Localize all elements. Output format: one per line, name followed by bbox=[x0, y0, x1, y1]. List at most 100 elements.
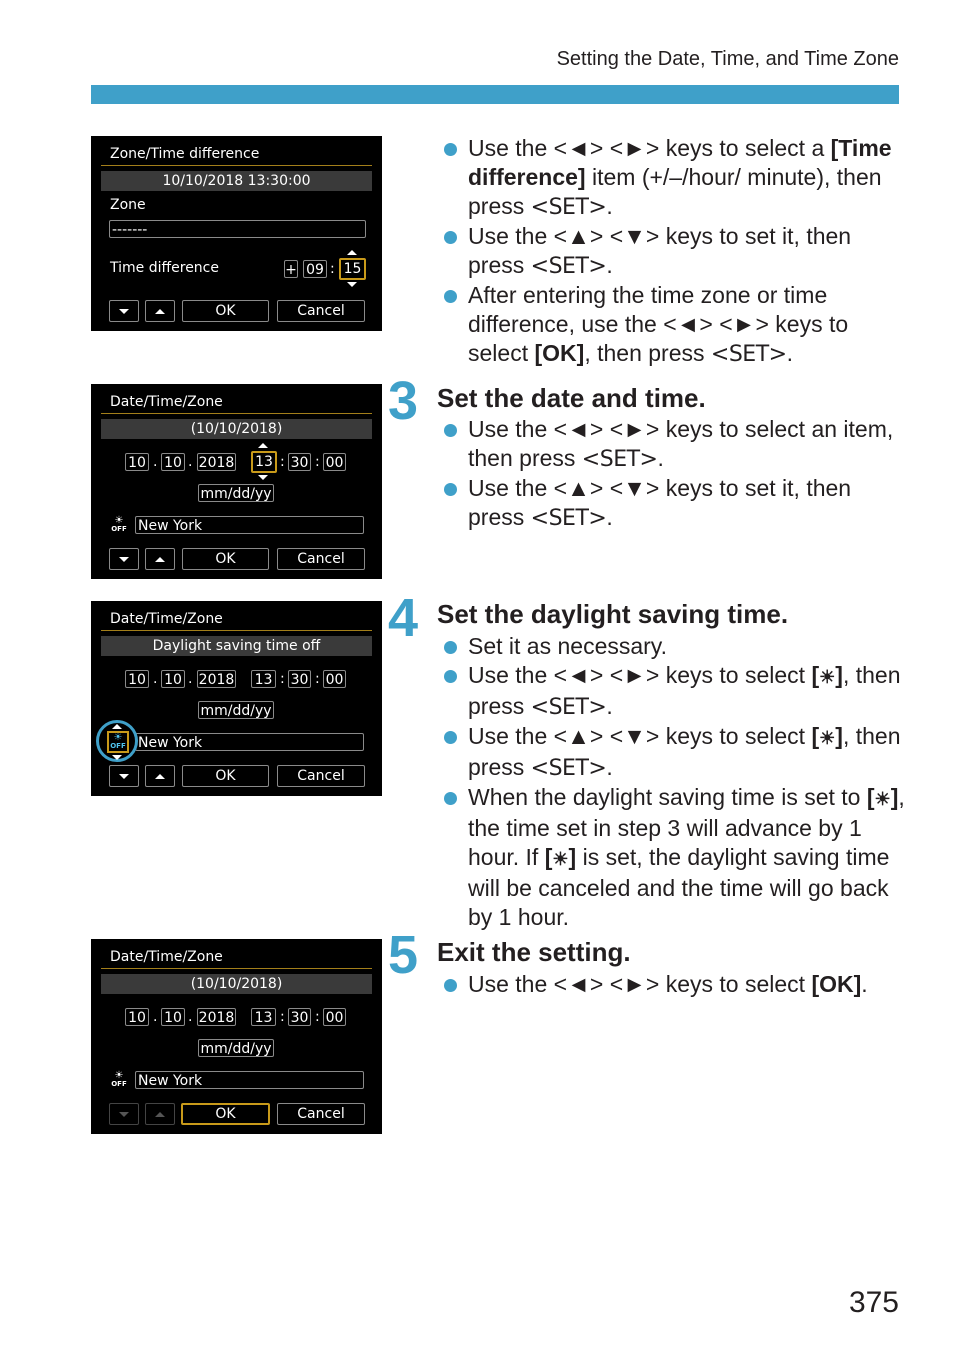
dst-off-icon[interactable]: ☀ OFF bbox=[107, 731, 129, 753]
hour-field[interactable]: 13 bbox=[251, 1008, 276, 1026]
screen-date-time-zone-dst: Date/Time/Zone Daylight saving time off … bbox=[91, 601, 382, 796]
hour-field[interactable]: 13 bbox=[251, 670, 276, 688]
screen-title: Date/Time/Zone bbox=[110, 394, 223, 410]
day-field[interactable]: 10 bbox=[161, 1008, 185, 1026]
left-key: <◄> bbox=[553, 135, 604, 161]
date-format-field[interactable]: mm/dd/yy bbox=[198, 701, 274, 719]
set-key: <SET> bbox=[530, 254, 607, 279]
screen-title: Date/Time/Zone bbox=[110, 949, 223, 965]
up-triangle-icon bbox=[155, 308, 165, 314]
right-key: <►> bbox=[609, 971, 660, 997]
scroll-up-button[interactable] bbox=[145, 548, 175, 570]
bullet-item: Use the <◄> <►> keys to select a [Time d… bbox=[441, 134, 911, 222]
date-format-field[interactable]: mm/dd/yy bbox=[198, 484, 274, 502]
zone-label: Zone bbox=[110, 197, 146, 213]
bullet-item: Use the <▲> <▼> keys to select [☀], then… bbox=[441, 722, 911, 783]
set-key: <SET> bbox=[530, 506, 607, 531]
datetime-band: 10/10/2018 13:30:00 bbox=[101, 171, 372, 191]
screen-title: Zone/Time difference bbox=[110, 146, 260, 162]
minute-field[interactable]: 30 bbox=[288, 453, 311, 471]
month-field[interactable]: 10 bbox=[125, 1008, 149, 1026]
second-field[interactable]: 00 bbox=[323, 453, 346, 471]
cancel-button[interactable]: Cancel bbox=[277, 1103, 365, 1125]
dst-off-icon[interactable]: ☀ OFF bbox=[110, 1071, 128, 1089]
step-title: Set the date and time. bbox=[437, 383, 706, 413]
colon: : bbox=[280, 1009, 285, 1025]
minute-field[interactable]: 30 bbox=[288, 1008, 311, 1026]
dst-status-band: Daylight saving time off bbox=[101, 636, 372, 656]
ok-button[interactable]: OK bbox=[181, 1103, 270, 1125]
set-key: <SET> bbox=[530, 695, 607, 720]
year-field[interactable]: 2018 bbox=[197, 453, 236, 471]
down-key: <▼> bbox=[609, 475, 660, 501]
step-number: 3 bbox=[388, 371, 419, 431]
month-field[interactable]: 10 bbox=[125, 670, 149, 688]
month-field[interactable]: 10 bbox=[125, 453, 149, 471]
day-field[interactable]: 10 bbox=[161, 670, 185, 688]
date-format-field[interactable]: mm/dd/yy bbox=[198, 1039, 274, 1057]
down-arrow-icon bbox=[347, 282, 357, 287]
set-key: <SET> bbox=[530, 756, 607, 781]
up-triangle-icon bbox=[155, 556, 165, 562]
set-key: <SET> bbox=[581, 447, 658, 472]
time-zone-field[interactable]: New York bbox=[135, 1071, 364, 1089]
scroll-down-button[interactable] bbox=[109, 1103, 139, 1125]
zone-field[interactable]: ------- bbox=[109, 220, 366, 238]
colon: : bbox=[315, 454, 320, 470]
intro-bullets: Use the <◄> <►> keys to select a [Time d… bbox=[441, 134, 911, 369]
time-zone-field[interactable]: New York bbox=[135, 516, 364, 534]
dot: . bbox=[153, 671, 158, 687]
cancel-button[interactable]: Cancel bbox=[277, 300, 365, 322]
down-triangle-icon bbox=[119, 773, 129, 779]
date-band: (10/10/2018) bbox=[101, 974, 372, 994]
second-field[interactable]: 00 bbox=[323, 1008, 346, 1026]
right-key: <►> bbox=[609, 662, 660, 688]
day-field[interactable]: 10 bbox=[161, 453, 185, 471]
dst-off-icon[interactable]: ☀ OFF bbox=[110, 516, 128, 534]
step-title: Exit the setting. bbox=[437, 937, 631, 967]
dot: . bbox=[188, 671, 193, 687]
right-key: <►> bbox=[719, 311, 769, 337]
ok-button[interactable]: OK bbox=[182, 548, 269, 570]
down-triangle-icon bbox=[119, 1111, 129, 1117]
ok-button[interactable]: OK bbox=[182, 765, 269, 787]
up-key: <▲> bbox=[553, 223, 604, 249]
scroll-up-button[interactable] bbox=[145, 1103, 175, 1125]
screen-zone-time-difference: Zone/Time difference 10/10/2018 13:30:00… bbox=[91, 136, 382, 331]
ok-button[interactable]: OK bbox=[182, 300, 269, 322]
bullet-item: After entering the time zone or time dif… bbox=[441, 281, 911, 369]
title-divider bbox=[101, 165, 372, 166]
year-field[interactable]: 2018 bbox=[197, 1008, 236, 1026]
cancel-button[interactable]: Cancel bbox=[277, 548, 365, 570]
step-5-bullets: Use the <◄> <►> keys to select [OK]. bbox=[441, 970, 911, 999]
scroll-down-button[interactable] bbox=[109, 765, 139, 787]
scroll-down-button[interactable] bbox=[109, 300, 139, 322]
down-triangle-icon bbox=[119, 308, 129, 314]
scroll-up-button[interactable] bbox=[145, 765, 175, 787]
step-number: 4 bbox=[388, 588, 419, 648]
dst-off-icon: ☀ bbox=[552, 849, 569, 869]
down-arrow-icon bbox=[258, 475, 268, 480]
running-head: Setting the Date, Time, and Time Zone bbox=[556, 48, 899, 70]
second-field[interactable]: 00 bbox=[323, 670, 346, 688]
page-number: 375 bbox=[848, 1286, 899, 1319]
scroll-down-button[interactable] bbox=[109, 548, 139, 570]
hour-field[interactable]: 13 bbox=[251, 451, 277, 473]
step-4-bullets: Set it as necessary. Use the <◄> <►> key… bbox=[441, 632, 911, 932]
time-difference-label: Time difference bbox=[110, 260, 219, 276]
title-divider bbox=[101, 968, 372, 969]
hour-field[interactable]: 09 bbox=[303, 260, 327, 278]
time-zone-field[interactable]: New York bbox=[135, 733, 364, 751]
up-key: <▲> bbox=[553, 723, 604, 749]
step-title: Set the daylight saving time. bbox=[437, 599, 789, 629]
sign-field[interactable]: + bbox=[284, 260, 298, 278]
up-triangle-icon bbox=[155, 773, 165, 779]
minute-field[interactable]: 30 bbox=[288, 670, 311, 688]
up-arrow-icon bbox=[347, 250, 357, 255]
minute-field[interactable]: 15 bbox=[339, 258, 366, 280]
cancel-button[interactable]: Cancel bbox=[277, 765, 365, 787]
scroll-up-button[interactable] bbox=[145, 300, 175, 322]
bullet-item: Use the <◄> <►> keys to select [☀], then… bbox=[441, 661, 911, 722]
dst-off-icon: ☀ bbox=[819, 667, 836, 687]
year-field[interactable]: 2018 bbox=[197, 670, 236, 688]
